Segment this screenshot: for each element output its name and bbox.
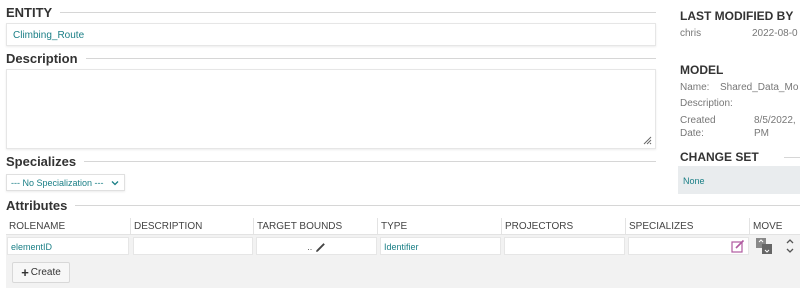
specialization-selected-value: --- No Specialization --- xyxy=(11,177,104,188)
target-bounds-value: .. xyxy=(307,242,313,252)
change-set-heading: CHANGE SET xyxy=(680,150,759,164)
last-modified-user: chris xyxy=(680,28,702,39)
column-header-rolename[interactable]: ROLENAME xyxy=(6,218,131,235)
scroll-arrows-icon[interactable] xyxy=(785,237,795,255)
move-icon[interactable] xyxy=(755,237,773,255)
section-divider xyxy=(784,157,800,158)
pencil-icon[interactable] xyxy=(315,242,326,253)
type-cell[interactable]: Identifier xyxy=(380,237,501,255)
attributes-heading: Attributes xyxy=(6,198,800,213)
specializes-heading: Specializes xyxy=(6,154,656,169)
projectors-cell[interactable] xyxy=(504,237,625,255)
model-name-label: Name: xyxy=(680,82,710,93)
move-cell xyxy=(752,237,800,255)
model-heading: MODEL xyxy=(680,63,724,77)
column-header-move[interactable]: MOVE xyxy=(750,218,800,235)
column-header-type[interactable]: TYPE xyxy=(378,218,502,235)
attributes-heading-label: Attributes xyxy=(6,198,68,213)
description-textarea[interactable] xyxy=(6,69,656,149)
section-divider xyxy=(85,58,656,59)
entity-heading: ENTITY xyxy=(6,5,656,20)
specialization-select[interactable]: --- No Specialization --- xyxy=(6,174,125,191)
target-bounds-cell[interactable]: .. xyxy=(256,237,377,255)
edit-icon[interactable] xyxy=(731,239,745,253)
model-created-value-line2: PM xyxy=(754,128,769,139)
attributes-table: ROLENAME DESCRIPTION TARGET BOUNDS TYPE … xyxy=(6,218,800,288)
entity-name-value: Climbing_Route xyxy=(13,30,85,41)
column-header-specializes[interactable]: SPECIALIZES xyxy=(626,218,750,235)
create-button-label: Create xyxy=(30,267,61,278)
table-row: elementID .. Identifier xyxy=(6,235,800,257)
change-set-field[interactable]: None xyxy=(678,166,800,194)
model-created-value-line1: 8/5/2022, xyxy=(754,115,796,126)
section-divider xyxy=(60,12,656,13)
section-divider xyxy=(84,161,656,162)
description-heading-label: Description xyxy=(6,51,78,66)
column-header-projectors[interactable]: PROJECTORS xyxy=(502,218,626,235)
specializes-heading-label: Specializes xyxy=(6,154,77,169)
change-set-value: None xyxy=(683,176,705,186)
description-cell[interactable] xyxy=(133,237,253,255)
specializes-cell[interactable] xyxy=(628,237,749,255)
column-header-description[interactable]: DESCRIPTION xyxy=(131,218,254,235)
model-created-label-line1: Created xyxy=(680,115,716,126)
description-heading: Description xyxy=(6,51,656,66)
rolename-cell[interactable]: elementID xyxy=(7,237,129,255)
column-header-target-bounds[interactable]: TARGET BOUNDS xyxy=(254,218,378,235)
table-header-row: ROLENAME DESCRIPTION TARGET BOUNDS TYPE … xyxy=(6,218,800,235)
model-created-label-line2: Date: xyxy=(680,128,704,139)
last-modified-date: 2022-08-0 xyxy=(752,28,798,39)
plus-icon: + xyxy=(21,264,29,280)
section-divider xyxy=(75,205,800,206)
resize-grip-icon[interactable] xyxy=(643,136,652,145)
last-modified-heading: LAST MODIFIED BY xyxy=(680,9,794,23)
model-name-value: Shared_Data_Mo xyxy=(720,82,799,93)
model-description-label: Description: xyxy=(680,98,733,109)
chevron-down-icon xyxy=(111,180,119,185)
entity-name-field[interactable]: Climbing_Route xyxy=(6,23,656,46)
create-attribute-button[interactable]: + Create xyxy=(12,262,70,283)
entity-heading-label: ENTITY xyxy=(6,5,53,20)
